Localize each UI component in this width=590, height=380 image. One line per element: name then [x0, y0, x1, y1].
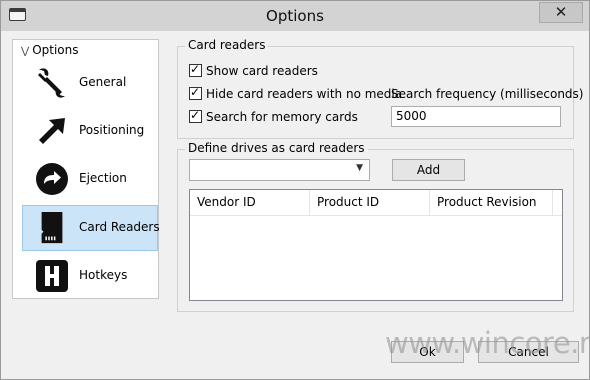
- h-key-icon: [36, 260, 68, 292]
- define-drives-group-title: Define drives as card readers: [185, 141, 368, 155]
- sd-card-icon: [41, 211, 63, 244]
- cancel-button[interactable]: Cancel: [478, 341, 579, 363]
- sidebar-item-label: Card Readers: [79, 220, 160, 234]
- sidebar-item-label: General: [79, 75, 127, 89]
- sidebar-item-label: Ejection: [79, 171, 127, 185]
- search-frequency-label: Search frequency (milliseconds): [391, 87, 584, 101]
- checkbox-label: Search for memory cards: [206, 110, 358, 124]
- drive-select[interactable]: ▼: [189, 159, 370, 181]
- sidebar-header[interactable]: ⋁ Options: [21, 43, 79, 59]
- drive-table[interactable]: Vendor ID Product ID Product Revision: [189, 189, 563, 301]
- column-header-product-revision[interactable]: Product Revision: [430, 190, 553, 215]
- sidebar-item-positioning[interactable]: Positioning: [22, 108, 158, 154]
- checkbox-label: Show card readers: [206, 64, 318, 78]
- show-card-readers-checkbox[interactable]: Show card readers: [189, 62, 318, 79]
- column-header-vendor-id[interactable]: Vendor ID: [190, 190, 310, 215]
- wrench-icon: [38, 68, 65, 98]
- card-readers-group-title: Card readers: [185, 38, 269, 52]
- options-window: Options ✕ ⋁Options General Positioning: [0, 0, 590, 380]
- checkmark-icon: [189, 62, 202, 77]
- title-bar[interactable]: Options ✕: [1, 1, 589, 31]
- sidebar-item-general[interactable]: General: [22, 60, 158, 106]
- search-memory-cards-checkbox[interactable]: Search for memory cards: [189, 108, 358, 125]
- table-header: Vendor ID Product ID Product Revision: [190, 190, 562, 216]
- define-drives-group: Define drives as card readers ▼ Add Vend…: [177, 141, 574, 312]
- checkmark-icon: [189, 108, 202, 123]
- chevron-down-icon: ▼: [356, 163, 363, 173]
- sidebar-item-ejection[interactable]: Ejection: [22, 156, 158, 202]
- checkmark-icon: [189, 85, 202, 100]
- column-header-product-id[interactable]: Product ID: [310, 190, 430, 215]
- search-frequency-input[interactable]: 5000: [391, 106, 561, 127]
- sidebar-item-hotkeys[interactable]: Hotkeys: [22, 253, 158, 299]
- hide-no-media-checkbox[interactable]: Hide card readers with no media: [189, 85, 403, 102]
- sidebar-item-card-readers[interactable]: Card Readers: [22, 205, 160, 251]
- close-button[interactable]: ✕: [539, 2, 583, 23]
- card-readers-group: Card readers Show card readers Hide card…: [177, 38, 583, 139]
- checkbox-label: Hide card readers with no media: [206, 87, 403, 101]
- close-icon: ✕: [554, 3, 568, 21]
- options-sidebar: ⋁ Options General Positioning Ejection C…: [12, 39, 160, 299]
- sidebar-header-label: Options: [32, 43, 79, 57]
- ok-button[interactable]: Ok: [391, 341, 464, 363]
- double-chevron-down-icon: ⋁: [21, 46, 30, 57]
- sidebar-item-label: Positioning: [79, 123, 145, 137]
- circle-arrow-right-icon: [36, 163, 68, 195]
- arrow-up-right-icon: [39, 118, 65, 144]
- add-drive-button[interactable]: Add: [392, 159, 465, 181]
- window-title: Options: [266, 7, 324, 25]
- sidebar-item-label: Hotkeys: [79, 268, 128, 282]
